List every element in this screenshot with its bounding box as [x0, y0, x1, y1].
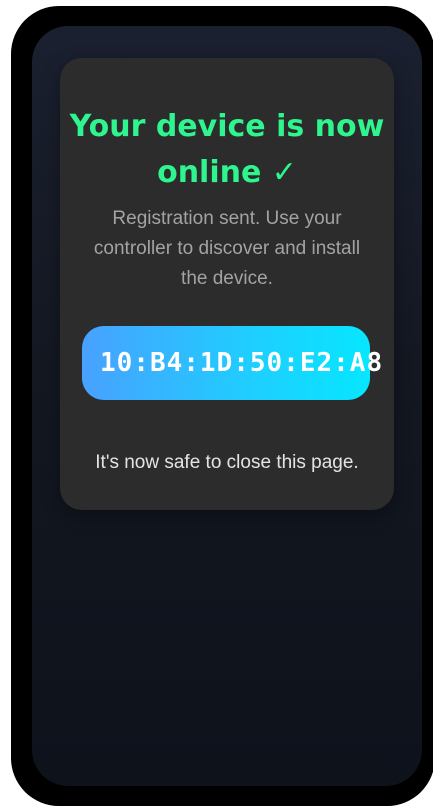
- mac-address-badge: 10:B4:1D:50:E2:A8: [82, 326, 382, 400]
- status-card: Your device is now online ✓ Registration…: [60, 58, 394, 510]
- mac-address-text: 10:B4:1D:50:E2:A8: [100, 348, 384, 378]
- registration-message: Registration sent. Use your controller t…: [93, 208, 361, 289]
- app-screen: Your device is now online ✓ Registration…: [32, 26, 422, 786]
- success-title: Your device is now online ✓: [69, 109, 385, 190]
- close-page-note: It's now safe to close this page.: [95, 452, 359, 473]
